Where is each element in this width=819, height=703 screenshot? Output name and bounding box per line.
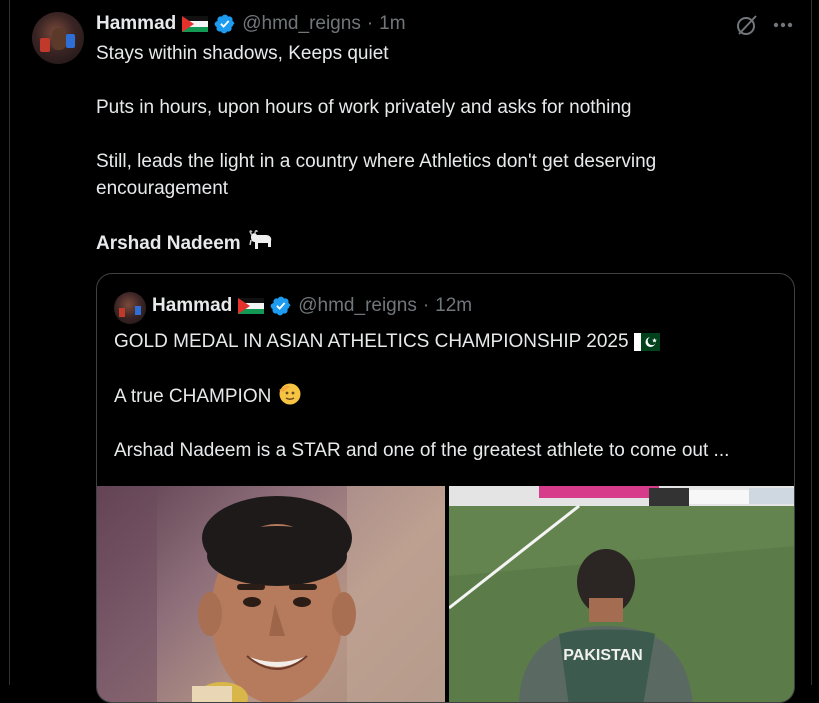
avatar[interactable] [32,12,84,64]
athlete-field-image: PAKISTAN [449,486,794,702]
verified-badge-icon[interactable] [214,13,236,35]
more-icon[interactable] [770,13,796,37]
quote-author-handle: @hmd_reigns [298,295,417,316]
athlete-portrait-image [97,486,445,702]
tweet-line-2: Puts in hours, upon hours of work privat… [96,97,632,118]
quote-text: GOLD MEDAL IN ASIAN ATHELTICS CHAMPIONSH… [114,328,784,464]
tweet-line-3: Still, leads the light in a country wher… [96,151,657,199]
quote-line-1: GOLD MEDAL IN ASIAN ATHELTICS CHAMPIONSH… [114,331,629,352]
quote-line-2: A true CHAMPION [114,386,272,407]
verified-badge-icon [270,296,291,316]
goat-emoji-icon [249,229,272,249]
quote-author-name[interactable]: Hammad [152,295,232,317]
jersey-text: PAKISTAN [563,647,642,664]
quote-media-right[interactable]: PAKISTAN [449,486,794,702]
quote-media-left[interactable] [97,486,445,702]
quote-avatar[interactable] [114,292,146,324]
pakistan-flag-icon [633,333,660,351]
timeline-right-border [811,0,812,685]
separator-dot: · [422,295,430,316]
quote-timestamp: 12m [435,295,473,316]
palestine-flag-icon [182,16,209,32]
saluting-face-icon [278,383,301,405]
author-handle[interactable]: @hmd_reigns [242,13,361,35]
grok-icon[interactable] [735,13,759,37]
tweet-header: Hammad @hmd_reigns · 1m [96,12,406,36]
tweet-timestamp[interactable]: 1m [379,13,405,35]
palestine-flag-icon [238,298,265,314]
quote-line-3: Arshad Nadeem is a STAR and one of the g… [114,440,730,461]
timeline-left-border [9,0,10,685]
tweet-text: Stays within shadows, Keeps quiet Puts i… [96,40,796,257]
separator-dot: · [366,13,374,34]
quote-header: Hammad @hmd_reigns · 12m [152,294,472,318]
tweet-signature: Arshad Nadeem [96,233,241,254]
tweet-line-1: Stays within shadows, Keeps quiet [96,43,389,64]
quoted-tweet[interactable]: Hammad @hmd_reigns · 12m GOLD MEDAL IN A… [96,273,795,703]
author-name[interactable]: Hammad [96,13,176,35]
